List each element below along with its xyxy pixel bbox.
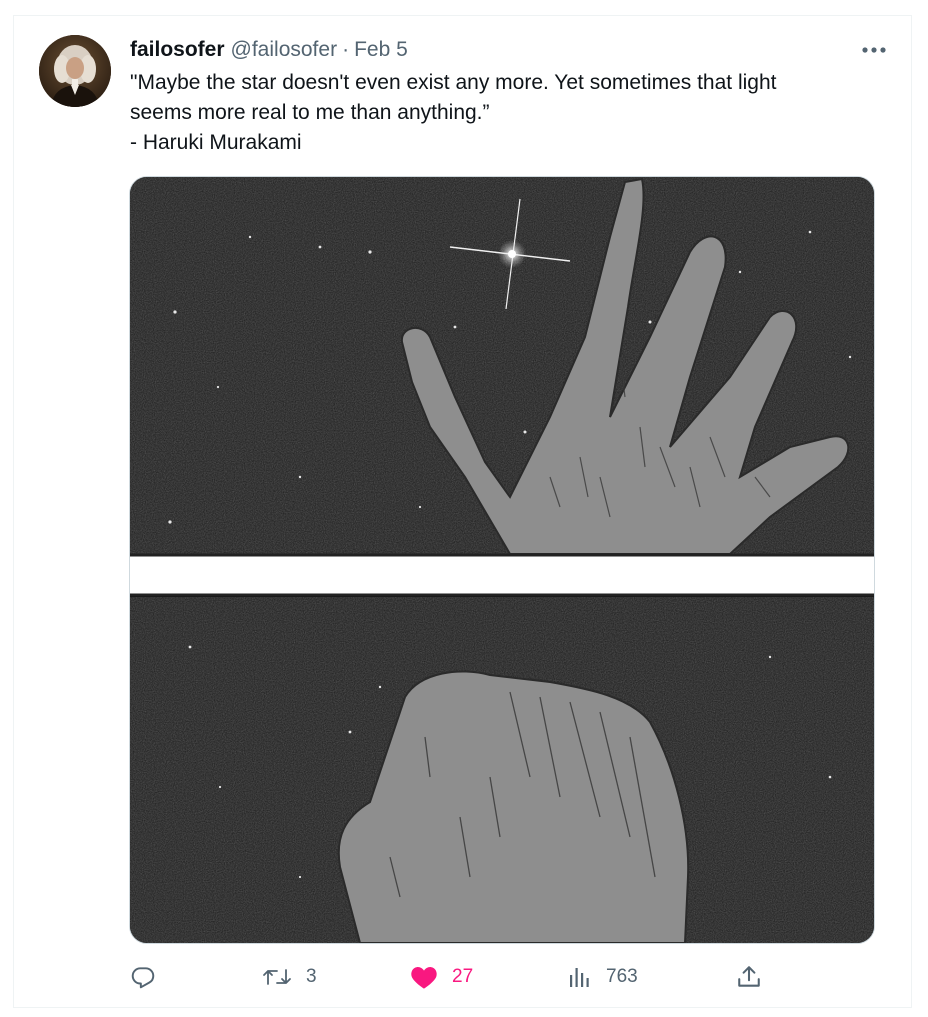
share-button[interactable] bbox=[736, 960, 762, 994]
like-button[interactable]: 27 bbox=[410, 960, 473, 994]
tweet-text-line: seems more real to me than anything.” bbox=[130, 101, 490, 124]
tweet-text-line: - Haruki Murakami bbox=[130, 131, 302, 154]
tweet-media-image[interactable] bbox=[129, 176, 875, 944]
top-panel bbox=[130, 177, 874, 555]
retweet-count: 3 bbox=[306, 966, 317, 987]
timestamp[interactable]: Feb 5 bbox=[354, 38, 408, 62]
heart-icon bbox=[411, 967, 437, 989]
author-name[interactable]: failosofer bbox=[130, 38, 225, 62]
avatar-portrait-image bbox=[39, 35, 111, 107]
bottom-panel bbox=[130, 597, 874, 943]
share-icon bbox=[738, 966, 760, 987]
separator: · bbox=[342, 38, 350, 61]
tweet-text: "Maybe the star doesn't even exist any m… bbox=[130, 68, 880, 158]
like-count: 27 bbox=[452, 966, 474, 987]
views-icon bbox=[570, 968, 589, 987]
retweet-button[interactable]: 3 bbox=[262, 960, 317, 994]
more-options-button[interactable] bbox=[861, 40, 887, 60]
reply-button[interactable] bbox=[130, 960, 170, 994]
reply-icon bbox=[131, 967, 155, 989]
views-button[interactable]: 763 bbox=[568, 960, 638, 994]
retweet-icon bbox=[263, 969, 291, 985]
more-dots-icon bbox=[862, 47, 886, 53]
views-count: 763 bbox=[606, 966, 638, 987]
tweet-actions: 3 27 763 bbox=[130, 960, 780, 994]
tweet-text-line: "Maybe the star doesn't even exist any m… bbox=[130, 71, 777, 94]
tweet-card[interactable]: failosofer @failosofer · Feb 5 "Maybe th… bbox=[13, 15, 912, 1008]
avatar[interactable] bbox=[39, 35, 111, 107]
tweet-header: failosofer @failosofer · Feb 5 bbox=[130, 35, 408, 65]
panel-gutter bbox=[130, 554, 874, 596]
author-handle[interactable]: @failosofer bbox=[231, 38, 338, 62]
manga-panels-image bbox=[130, 177, 874, 943]
